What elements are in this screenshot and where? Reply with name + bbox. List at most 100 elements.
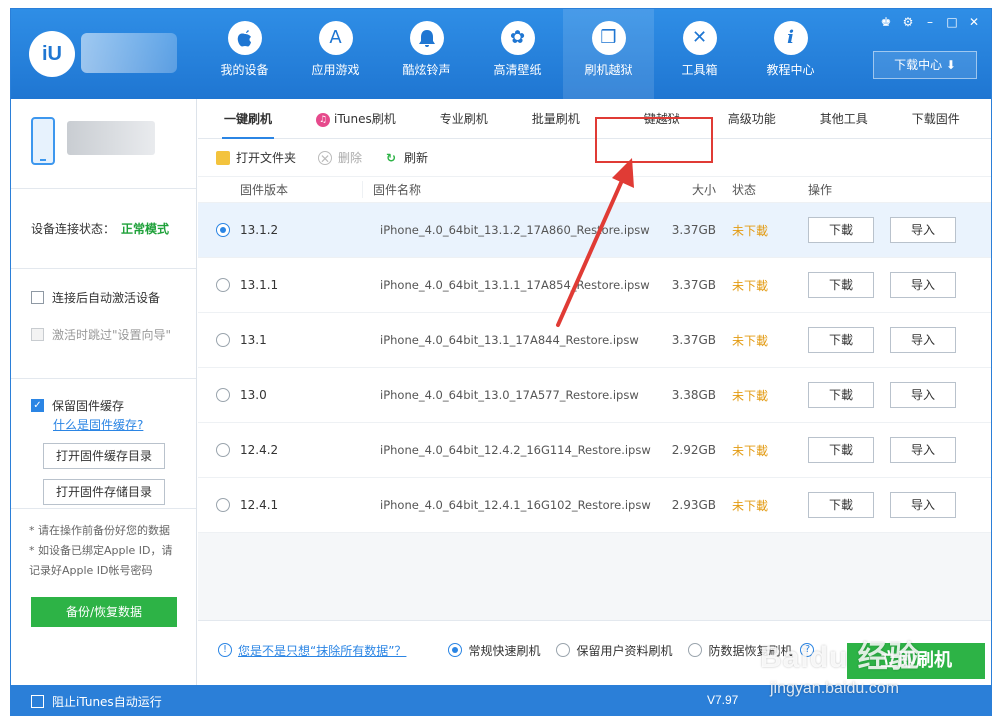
table-row[interactable]: 13.0 iPhone_4.0_64bit_13.0_17A577_Restor… bbox=[198, 368, 991, 423]
import-button[interactable]: 导入 bbox=[890, 327, 956, 353]
keep-data-flash-radio[interactable]: 保留用户资料刷机 bbox=[556, 642, 672, 659]
nav-label: 我的设备 bbox=[220, 63, 269, 77]
version-cell[interactable]: 12.4.1 bbox=[198, 498, 362, 512]
nav-toolbox[interactable]: ✕ 工具箱 bbox=[654, 9, 745, 99]
table-row[interactable]: 13.1.2 iPhone_4.0_64bit_13.1.2_17A860_Re… bbox=[198, 203, 991, 258]
tab-other-tools[interactable]: 其他工具 bbox=[798, 99, 890, 138]
row-actions: 下載 导入 bbox=[808, 492, 956, 518]
version-cell[interactable]: 13.0 bbox=[198, 388, 362, 402]
list-empty-area bbox=[198, 533, 991, 621]
nav-label: 教程中心 bbox=[766, 63, 815, 77]
skip-wizard-checkbox[interactable]: 激活时跳过"设置向导" bbox=[31, 326, 196, 343]
skin-icon[interactable]: ♚ bbox=[879, 15, 893, 29]
row-actions: 下載 导入 bbox=[808, 437, 956, 463]
open-cache-dir-button[interactable]: 打开固件缓存目录 bbox=[43, 443, 165, 469]
download-button[interactable]: 下載 bbox=[808, 437, 874, 463]
nav-wallpapers[interactable]: ✿ 高清壁纸 bbox=[472, 9, 563, 99]
tab-itunes-flash[interactable]: ♫ iTunes刷机 bbox=[294, 99, 418, 138]
quick-flash-radio[interactable]: 常规快速刷机 bbox=[448, 642, 540, 659]
info-icon: i bbox=[773, 21, 808, 55]
radio-dot[interactable] bbox=[556, 643, 571, 657]
version-text: 12.4.1 bbox=[240, 498, 279, 512]
firmware-size: 2.93GB bbox=[671, 498, 716, 512]
download-status: 未下載 bbox=[732, 278, 769, 293]
version-cell[interactable]: 13.1.1 bbox=[198, 278, 362, 292]
version-cell[interactable]: 13.1 bbox=[198, 333, 362, 347]
table-row[interactable]: 12.4.2 iPhone_4.0_64bit_12.4.2_16G114_Re… bbox=[198, 423, 991, 478]
auto-activate-checkbox[interactable]: 连接后自动激活设备 bbox=[31, 289, 196, 306]
import-button[interactable]: 导入 bbox=[890, 492, 956, 518]
download-button[interactable]: 下載 bbox=[808, 327, 874, 353]
download-button[interactable]: 下載 bbox=[808, 492, 874, 518]
firmware-name: iPhone_4.0_64bit_13.1.2_17A860_Restore.i… bbox=[380, 223, 650, 237]
tab-download-firmware[interactable]: 下载固件 bbox=[890, 99, 982, 138]
import-button[interactable]: 导入 bbox=[890, 217, 956, 243]
folder-icon bbox=[216, 150, 230, 165]
block-itunes-checkbox[interactable]: 阻止iTunes自动运行 bbox=[31, 693, 162, 710]
nav-apps-games[interactable]: A 应用游戏 bbox=[290, 9, 381, 99]
left-panel: 设备连接状态： 正常模式 连接后自动激活设备 激活时跳过"设置向导" ✓ 保留固件… bbox=[11, 99, 197, 685]
firmware-name: iPhone_4.0_64bit_12.4.2_16G114_Restore.i… bbox=[380, 443, 651, 457]
checkbox-box[interactable] bbox=[31, 328, 44, 341]
backup-restore-button[interactable]: 备份/恢复数据 bbox=[31, 597, 177, 627]
import-button[interactable]: 导入 bbox=[890, 437, 956, 463]
nav-my-device[interactable]: 我的设备 bbox=[199, 9, 290, 99]
keep-cache-checkbox[interactable]: ✓ 保留固件缓存 bbox=[31, 397, 196, 414]
table-row[interactable]: 13.1 iPhone_4.0_64bit_13.1_17A844_Restor… bbox=[198, 313, 991, 368]
version-text: 12.4.2 bbox=[240, 443, 279, 457]
checkbox-box[interactable] bbox=[31, 291, 44, 304]
tab-batch-flash[interactable]: 批量刷机 bbox=[510, 99, 602, 138]
download-button[interactable]: 下載 bbox=[808, 382, 874, 408]
checkbox-label: 保留固件缓存 bbox=[52, 399, 125, 413]
check-icon[interactable]: ✓ bbox=[31, 399, 44, 412]
radio-dot[interactable] bbox=[688, 643, 703, 657]
erase-data-link[interactable]: 您是不是只想“抹除所有数据”？ bbox=[238, 642, 406, 659]
tab-one-click-flash[interactable]: 一键刷机 bbox=[202, 99, 294, 139]
row-radio[interactable] bbox=[216, 223, 230, 237]
row-radio[interactable] bbox=[216, 388, 230, 402]
open-folder-button[interactable]: 打开文件夹 bbox=[216, 149, 296, 166]
tab-advanced[interactable]: 高级功能 bbox=[706, 99, 798, 138]
nav-flash-jailbreak[interactable]: ❒ 刷机越狱 bbox=[563, 9, 654, 99]
checkbox-box[interactable] bbox=[31, 695, 44, 708]
radio-dot[interactable] bbox=[448, 643, 463, 657]
delete-button[interactable]: ✕ 删除 bbox=[318, 149, 362, 166]
row-radio[interactable] bbox=[216, 278, 230, 292]
row-radio[interactable] bbox=[216, 443, 230, 457]
download-center-button[interactable]: 下载中心 ⬇ bbox=[873, 51, 977, 79]
gear-icon[interactable]: ⚙ bbox=[901, 15, 915, 29]
nav-ringtones[interactable]: 酷炫铃声 bbox=[381, 9, 472, 99]
nav-label: 工具箱 bbox=[681, 63, 718, 77]
device-name-blurred bbox=[67, 121, 155, 155]
table-row[interactable]: 12.4.1 iPhone_4.0_64bit_12.4.1_16G102_Re… bbox=[198, 478, 991, 533]
close-icon[interactable]: ✕ bbox=[967, 15, 981, 29]
nav-tutorials[interactable]: i 教程中心 bbox=[745, 9, 836, 99]
info-circle-icon: ! bbox=[218, 643, 232, 657]
app-logo: iU bbox=[29, 31, 75, 77]
import-button[interactable]: 导入 bbox=[890, 382, 956, 408]
version-text: 13.0 bbox=[240, 388, 267, 402]
minimize-icon[interactable]: – bbox=[923, 15, 937, 29]
maximize-icon[interactable]: □ bbox=[945, 15, 959, 29]
refresh-button[interactable]: ↻ 刷新 bbox=[384, 149, 428, 166]
what-is-cache-link[interactable]: 什么是固件缓存? bbox=[53, 416, 196, 433]
version-cell[interactable]: 12.4.2 bbox=[198, 443, 362, 457]
row-actions: 下載 导入 bbox=[808, 382, 956, 408]
account-name-blurred[interactable] bbox=[81, 33, 177, 73]
download-status: 未下載 bbox=[732, 333, 769, 348]
tab-pro-flash[interactable]: 专业刷机 bbox=[418, 99, 510, 138]
phone-icon bbox=[31, 117, 55, 165]
header-status: 状态 bbox=[732, 183, 757, 197]
row-radio[interactable] bbox=[216, 333, 230, 347]
refresh-icon: ↻ bbox=[386, 150, 397, 165]
import-button[interactable]: 导入 bbox=[890, 272, 956, 298]
firmware-list: 13.1.2 iPhone_4.0_64bit_13.1.2_17A860_Re… bbox=[198, 203, 991, 533]
download-button[interactable]: 下載 bbox=[808, 217, 874, 243]
header-size: 大小 bbox=[691, 183, 716, 197]
table-row[interactable]: 13.1.1 iPhone_4.0_64bit_13.1.1_17A854_Re… bbox=[198, 258, 991, 313]
version-cell[interactable]: 13.1.2 bbox=[198, 223, 362, 237]
open-storage-dir-button[interactable]: 打开固件存储目录 bbox=[43, 479, 165, 505]
version-text: 13.1.1 bbox=[240, 278, 279, 292]
download-button[interactable]: 下載 bbox=[808, 272, 874, 298]
row-radio[interactable] bbox=[216, 498, 230, 512]
